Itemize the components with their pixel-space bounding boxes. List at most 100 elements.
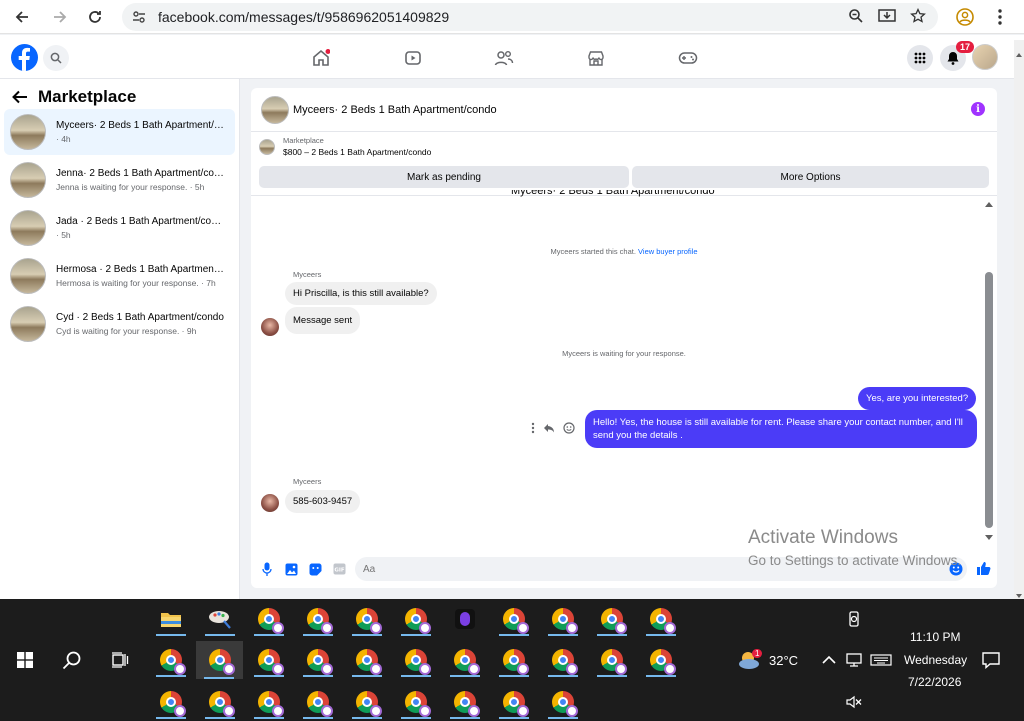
temperature[interactable]: 32°C	[769, 653, 798, 668]
conversation-item[interactable]: Jada · 2 Beds 1 Bath Apartment/condo · 5…	[4, 205, 235, 251]
chrome-profile-icon[interactable]	[497, 643, 531, 677]
chrome-profile-icon[interactable]	[497, 685, 531, 719]
chrome-profile-icon-active[interactable]	[196, 641, 243, 679]
notification-center-icon[interactable]	[974, 643, 1008, 677]
incoming-message[interactable]: 585-603-9457	[285, 490, 361, 513]
conversation-item[interactable]: Hermosa · 2 Beds 1 Bath Apartment/condo …	[4, 253, 235, 299]
chat-title[interactable]: Myceers· 2 Beds 1 Bath Apartment/condo	[293, 104, 497, 116]
chat-listing-thumbnail[interactable]	[261, 95, 289, 124]
clock-date[interactable]: 7/22/2026	[908, 675, 961, 689]
listing-thumbnail	[10, 258, 46, 294]
phone-link-icon[interactable]	[837, 602, 871, 636]
scroll-down-icon[interactable]	[985, 535, 993, 541]
conversation-item[interactable]: Jenna· 2 Beds 1 Bath Apartment/condo Jen…	[4, 157, 235, 203]
menu-grid-icon[interactable]	[907, 45, 933, 71]
chrome-profile-icon[interactable]	[448, 685, 482, 719]
running-indicator	[597, 675, 627, 677]
chrome-profile-icon[interactable]	[546, 685, 580, 719]
listing-summary[interactable]: Marketplace $800 – 2 Beds 1 Bath Apartme…	[259, 136, 431, 157]
more-actions-icon[interactable]	[531, 422, 535, 434]
chat-scrollbar-thumb[interactable]	[985, 272, 993, 528]
photo-icon[interactable]	[283, 561, 299, 577]
back-icon[interactable]	[10, 5, 34, 29]
chrome-profile-icon[interactable]	[252, 602, 286, 636]
home-icon[interactable]	[310, 47, 332, 69]
bookmark-star-icon[interactable]	[910, 8, 926, 24]
chrome-profile-icon[interactable]	[595, 643, 629, 677]
marketplace-icon[interactable]	[585, 47, 607, 69]
search-icon[interactable]	[55, 643, 89, 677]
chrome-profile-icon[interactable]	[448, 643, 482, 677]
clock-day[interactable]: Wednesday	[904, 653, 967, 667]
sender-avatar[interactable]	[261, 318, 279, 336]
reload-icon[interactable]	[83, 5, 107, 29]
conversation-item[interactable]: Myceers· 2 Beds 1 Bath Apartment/condo ·…	[4, 109, 235, 155]
friends-icon[interactable]	[493, 47, 515, 69]
chrome-profile-icon[interactable]	[399, 643, 433, 677]
sender-avatar[interactable]	[261, 494, 279, 512]
chrome-profile-icon[interactable]	[301, 685, 335, 719]
chrome-profile-icon[interactable]	[252, 643, 286, 677]
video-icon[interactable]	[402, 47, 424, 69]
chrome-profile-icon[interactable]	[154, 643, 188, 677]
chrome-profile-icon[interactable]	[350, 643, 384, 677]
chrome-profile-icon[interactable]	[399, 602, 433, 636]
scroll-up-icon[interactable]	[985, 201, 993, 207]
reply-icon[interactable]	[543, 422, 555, 434]
file-explorer-icon[interactable]	[154, 602, 188, 636]
incoming-message[interactable]: Hi Priscilla, is this still available?	[285, 282, 437, 305]
outgoing-message[interactable]: Yes, are you interested?	[858, 387, 977, 410]
purple-app-icon[interactable]	[448, 602, 482, 636]
profile-icon[interactable]	[956, 8, 974, 26]
chrome-profile-icon[interactable]	[350, 685, 384, 719]
task-view-icon[interactable]	[103, 643, 137, 677]
keyboard-icon[interactable]	[864, 643, 898, 677]
like-thumb-icon[interactable]	[976, 561, 991, 576]
paint-app-icon[interactable]	[203, 602, 237, 636]
address-bar[interactable]: facebook.com/messages/t/9586962051409829	[122, 3, 938, 31]
chrome-profile-icon[interactable]	[595, 602, 629, 636]
running-indicator	[450, 717, 480, 719]
volume-muted-icon[interactable]	[837, 685, 871, 719]
sticker-icon[interactable]	[307, 561, 323, 577]
account-avatar[interactable]	[972, 44, 998, 70]
zoom-icon[interactable]	[848, 8, 864, 24]
weather-icon[interactable]	[733, 643, 767, 677]
conversation-item[interactable]: Cyd · 2 Beds 1 Bath Apartment/condo Cyd …	[4, 301, 235, 347]
chrome-profile-icon[interactable]	[644, 643, 678, 677]
view-buyer-profile-link[interactable]: View buyer profile	[638, 247, 697, 256]
voice-clip-icon[interactable]	[259, 561, 275, 577]
install-app-icon[interactable]	[878, 8, 896, 24]
chrome-profile-icon[interactable]	[154, 685, 188, 719]
info-icon[interactable]: i	[971, 102, 985, 116]
gaming-icon[interactable]	[677, 47, 699, 69]
gif-icon[interactable]: GIF	[331, 561, 347, 577]
running-indicator	[499, 675, 529, 677]
browser-menu-icon[interactable]	[995, 8, 1005, 26]
back-arrow-icon[interactable]	[12, 90, 28, 104]
outgoing-message[interactable]: Hello! Yes, the house is still available…	[585, 410, 977, 448]
facebook-logo-icon[interactable]	[11, 44, 38, 71]
forward-icon[interactable]	[48, 5, 72, 29]
chrome-profile-icon[interactable]	[301, 602, 335, 636]
site-settings-icon[interactable]	[132, 10, 146, 24]
fb-search-icon[interactable]	[43, 45, 69, 71]
chrome-profile-icon[interactable]	[350, 602, 384, 636]
mark-as-pending-button[interactable]: Mark as pending	[259, 166, 629, 188]
chrome-profile-icon[interactable]	[644, 602, 678, 636]
page-scrollbar[interactable]	[1014, 40, 1024, 600]
chrome-profile-icon[interactable]	[546, 602, 580, 636]
react-emoji-icon[interactable]	[563, 422, 575, 434]
running-indicator	[303, 717, 333, 719]
clock-time[interactable]: 11:10 PM	[910, 630, 960, 644]
chrome-profile-icon[interactable]	[546, 643, 580, 677]
chrome-profile-icon[interactable]	[301, 643, 335, 677]
chrome-profile-icon[interactable]	[252, 685, 286, 719]
chrome-profile-icon[interactable]	[203, 685, 237, 719]
more-options-button[interactable]: More Options	[632, 166, 989, 188]
windows-start-icon[interactable]	[8, 643, 42, 677]
incoming-message[interactable]: Message sent	[285, 307, 361, 334]
page-scroll-up-icon[interactable]	[1016, 44, 1022, 62]
chrome-profile-icon[interactable]	[399, 685, 433, 719]
chrome-profile-icon[interactable]	[497, 602, 531, 636]
